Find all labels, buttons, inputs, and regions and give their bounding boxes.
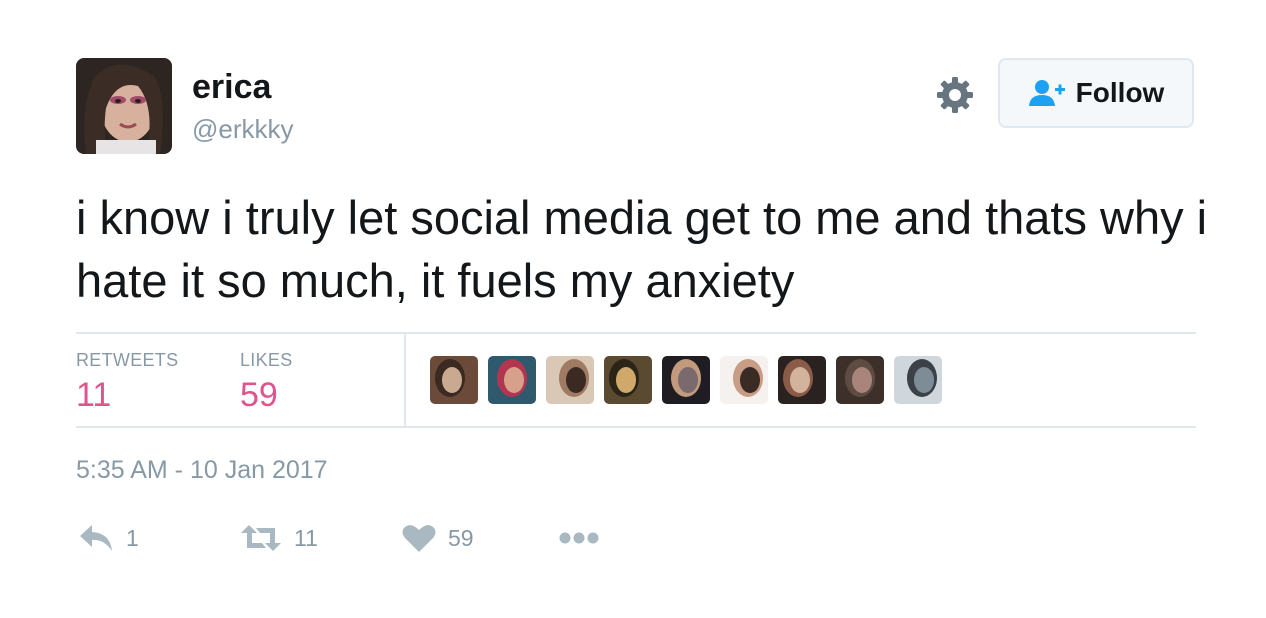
retweets-label: RETWEETS — [76, 350, 179, 370]
user-handle[interactable]: @erkkky — [192, 116, 294, 142]
tweet-text: i know i truly let social media get to m… — [76, 191, 1208, 307]
user-avatar[interactable] — [76, 58, 172, 154]
reply-button[interactable]: 1 — [78, 518, 139, 558]
liker-avatar-8[interactable] — [836, 356, 884, 404]
likes-count[interactable]: 59 — [240, 376, 278, 415]
retweet-count: 11 — [294, 524, 318, 551]
reply-icon — [80, 525, 112, 551]
liker-avatar-3[interactable] — [546, 356, 594, 404]
liker-avatars — [430, 356, 942, 404]
liker-avatar-2[interactable] — [488, 356, 536, 404]
retweet-button[interactable]: 11 — [240, 518, 318, 558]
liker-avatar-5[interactable] — [662, 356, 710, 404]
stats-vertical-divider — [404, 333, 406, 426]
tweet-timestamp[interactable]: 5:35 AM - 10 Jan 2017 — [76, 456, 328, 485]
reply-count: 1 — [126, 524, 139, 551]
stats-top-divider — [76, 332, 1196, 334]
follow-button[interactable]: Follow — [998, 58, 1194, 128]
more-dots-icon — [559, 532, 599, 544]
add-user-icon — [1028, 80, 1065, 106]
liker-avatar-9[interactable] — [894, 356, 942, 404]
retweets-count[interactable]: 11 — [76, 376, 111, 415]
heart-icon — [402, 525, 436, 552]
stats-bottom-divider — [76, 426, 1196, 428]
like-count: 59 — [448, 524, 474, 551]
more-button[interactable] — [558, 518, 600, 558]
liker-avatar-7[interactable] — [778, 356, 826, 404]
retweet-icon — [241, 525, 281, 551]
liker-avatar-4[interactable] — [604, 356, 652, 404]
follow-label: Follow — [1075, 77, 1165, 108]
liker-avatar-6[interactable] — [720, 356, 768, 404]
likes-label: LIKES — [240, 350, 293, 370]
liker-avatar-1[interactable] — [430, 356, 478, 404]
display-name[interactable]: erica — [192, 70, 271, 104]
gear-icon[interactable] — [935, 75, 975, 115]
like-button[interactable]: 59 — [402, 518, 474, 558]
